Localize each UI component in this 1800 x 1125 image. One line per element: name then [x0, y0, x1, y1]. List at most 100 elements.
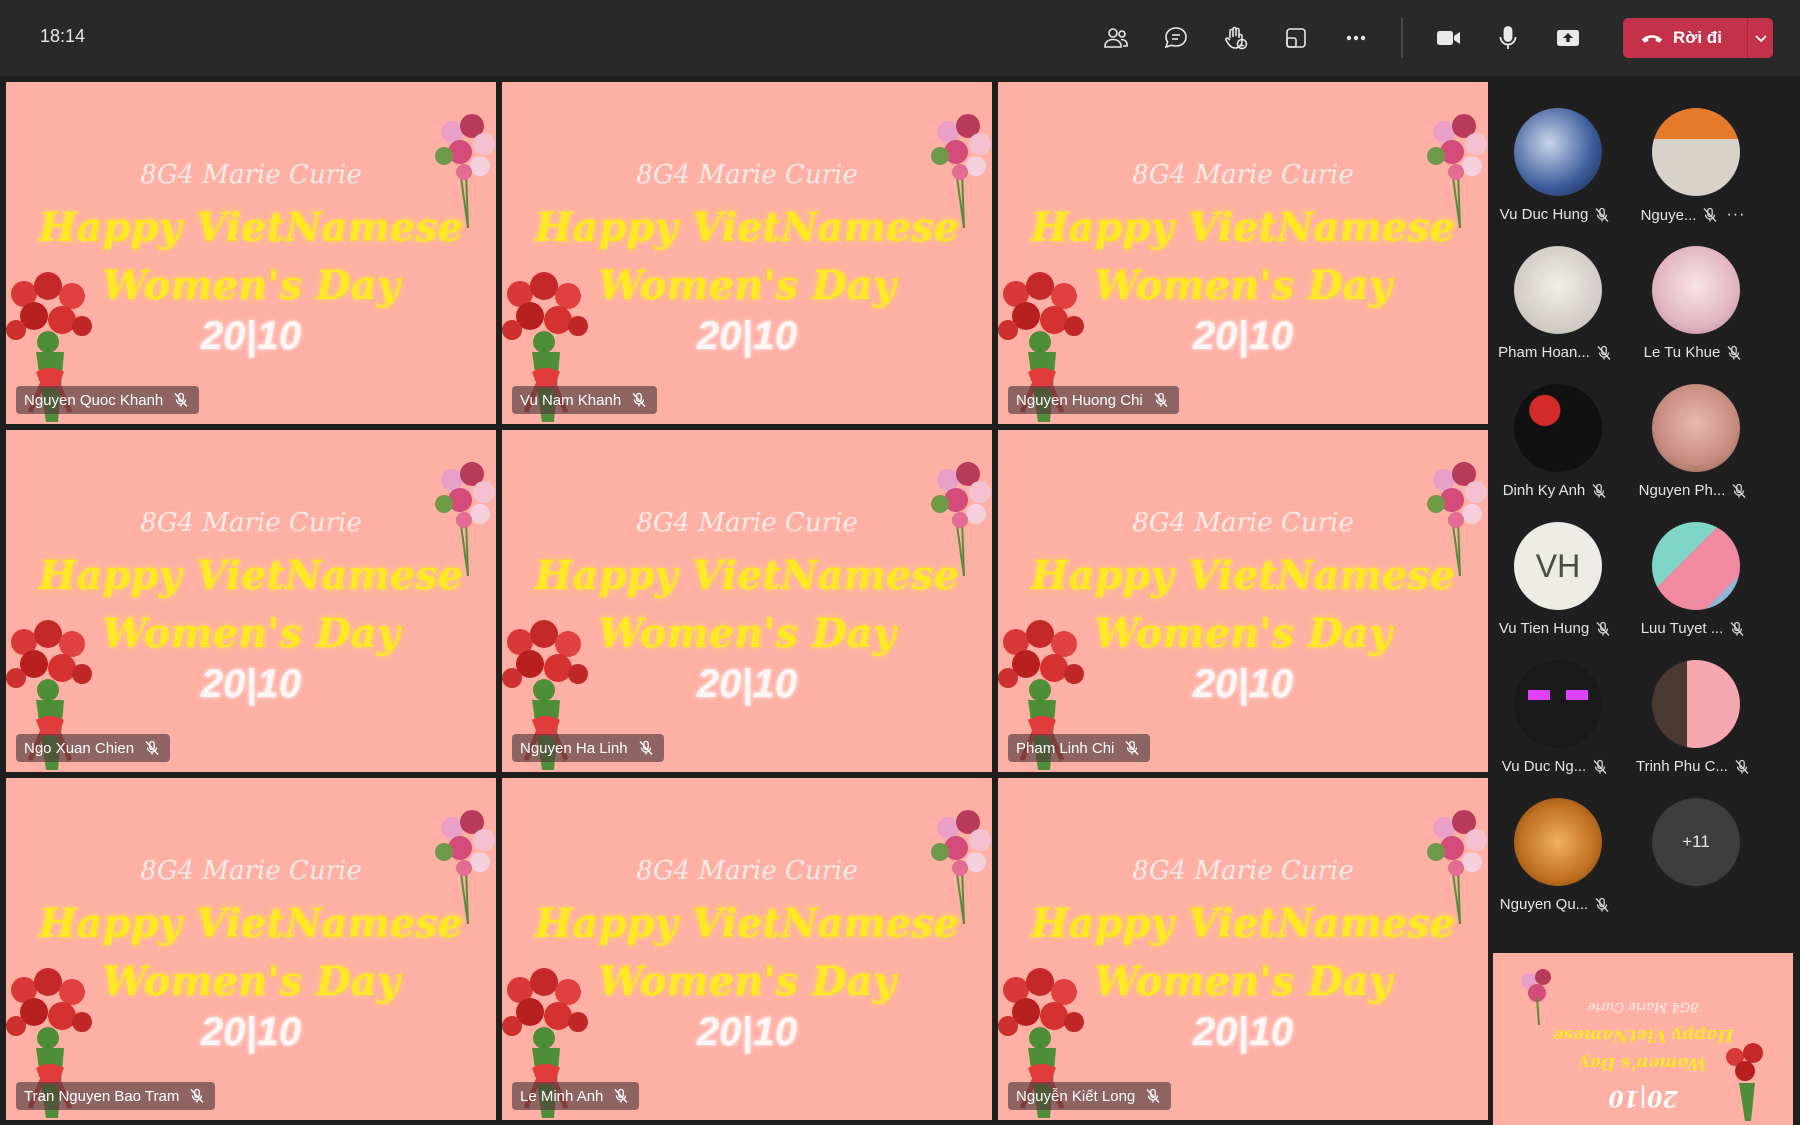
- slide-class-title: 8G4 Marie Curie: [636, 160, 858, 190]
- participant-name: Le Minh Anh: [520, 1087, 604, 1105]
- mic-muted-icon: [189, 1088, 205, 1104]
- slide-date: 20|10: [696, 662, 798, 706]
- leave-options-button[interactable]: [1748, 18, 1773, 58]
- mic-icon: [1499, 26, 1517, 49]
- chat-icon: [1164, 27, 1187, 49]
- participant-name: Nguyen Qu...: [1499, 896, 1589, 913]
- mic-muted-icon: [1145, 1088, 1161, 1104]
- participant-avatar-item[interactable]: Dinh Ky Anh: [1490, 352, 1620, 499]
- participant-name: Pham Linh Chi: [1016, 739, 1115, 757]
- participant-name: Nguyen Quoc Khanh: [24, 391, 164, 409]
- slide-headline-2: Women's Day: [598, 958, 896, 1005]
- participant-name-tag: Nguyễn Kiết Long: [1008, 1082, 1172, 1110]
- view-button[interactable]: [1276, 18, 1316, 58]
- participant-video-tile[interactable]: 8G4 Marie Curie Happy VietNamese Women's…: [6, 82, 496, 424]
- participant-name-tag: Pham Linh Chi: [1008, 734, 1151, 762]
- participant-avatar-item[interactable]: VH Vu Tien Hung: [1490, 490, 1620, 637]
- slide-date: 20|10: [696, 1010, 798, 1054]
- slide-class-title: 8G4 Marie Curie: [140, 160, 362, 190]
- slide-class-title: 8G4 Marie Curie: [1132, 856, 1354, 886]
- preview-slide-headline-1: Happy VietNamese: [1552, 1025, 1734, 1045]
- more-participants-button[interactable]: +11: [1628, 766, 1758, 896]
- raise-hand-icon: [1225, 26, 1248, 50]
- slide-date: 20|10: [200, 1010, 302, 1054]
- mic-muted-icon: [613, 1088, 629, 1104]
- participant-video-tile[interactable]: 8G4 Marie Curie Happy VietNamese Women's…: [502, 430, 992, 772]
- raise-hand-button[interactable]: [1216, 18, 1256, 58]
- leave-label: Rời đi: [1673, 28, 1722, 47]
- participant-avatar-item[interactable]: Nguyen Qu...: [1490, 766, 1620, 913]
- participant-name-tag: Nguyen Quoc Khanh: [16, 386, 200, 414]
- participant-avatar-item[interactable]: Nguyen Ph...: [1628, 352, 1758, 499]
- participant-avatar-item[interactable]: Luu Tuyet ...: [1628, 490, 1758, 637]
- participant-avatar-item[interactable]: Le Tu Khue: [1628, 214, 1758, 361]
- participant-video-tile[interactable]: 8G4 Marie Curie Happy VietNamese Women's…: [998, 82, 1488, 424]
- slide-headline-1: Happy VietNamese: [1030, 204, 1456, 251]
- slide-headline-1: Happy VietNamese: [38, 552, 464, 599]
- meeting-toolbar: 18:14 Rời đi: [0, 0, 1800, 76]
- slide-headline-2: Women's Day: [102, 262, 400, 309]
- participant-video-tile[interactable]: 8G4 Marie Curie Happy VietNamese Women's…: [6, 778, 496, 1120]
- slide-date: 20|10: [1192, 1010, 1294, 1054]
- participant-video-tile[interactable]: 8G4 Marie Curie Happy VietNamese Women's…: [6, 430, 496, 772]
- mic-muted-icon: [144, 740, 160, 756]
- participant-video-tile[interactable]: 8G4 Marie Curie Happy VietNamese Women's…: [502, 82, 992, 424]
- participant-avatar-item[interactable]: Pham Hoan...: [1490, 214, 1620, 361]
- participant-avatar-item[interactable]: Vu Duc Ng...: [1490, 628, 1620, 775]
- slide-date: 20|10: [696, 314, 798, 358]
- toolbar-divider: [1401, 18, 1403, 58]
- participant-avatar-item[interactable]: Nguye... ···: [1628, 76, 1758, 224]
- shared-content-preview[interactable]: 20|10 Women's Day Happy VietNamese 8G4 M…: [1493, 953, 1793, 1125]
- chat-button[interactable]: [1156, 18, 1196, 58]
- slide-class-title: 8G4 Marie Curie: [140, 856, 362, 886]
- participant-avatar-item[interactable]: Vu Duc Hung: [1490, 76, 1620, 223]
- participant-name: Nguyen Ha Linh: [520, 739, 628, 757]
- participant-video-tile[interactable]: 8G4 Marie Curie Happy VietNamese Women's…: [502, 778, 992, 1120]
- participant-avatar-label: Nguyen Qu...: [1490, 896, 1620, 913]
- avatar: [1514, 246, 1602, 334]
- preview-slide-headline-2: Women's Day: [1579, 1053, 1707, 1073]
- leave-button-group: Rời đi: [1623, 18, 1773, 58]
- people-icon: [1104, 28, 1128, 48]
- slide-date: 20|10: [200, 314, 302, 358]
- view-icon: [1286, 28, 1306, 48]
- avatar: [1652, 660, 1740, 748]
- mic-muted-icon: [173, 392, 189, 408]
- participant-name-tag: Le Minh Anh: [512, 1082, 640, 1110]
- slide-headline-1: Happy VietNamese: [38, 204, 464, 251]
- microphone-button[interactable]: [1488, 18, 1528, 58]
- participant-name-tag: Ngo Xuan Chien: [16, 734, 171, 762]
- camera-icon: [1437, 31, 1460, 45]
- leave-button[interactable]: Rời đi: [1623, 18, 1747, 58]
- share-screen-button[interactable]: [1548, 18, 1588, 58]
- flower-bouquet-icon: [1521, 969, 1551, 1026]
- avatar: [1514, 108, 1602, 196]
- participant-name: Nguyễn Kiết Long: [1016, 1087, 1136, 1105]
- slide-class-title: 8G4 Marie Curie: [140, 508, 362, 538]
- meeting-timer: 18:14: [40, 26, 86, 46]
- participant-name-tag: Nguyen Huong Chi: [1008, 386, 1179, 414]
- slide-headline-1: Happy VietNamese: [534, 900, 960, 947]
- participant-video-tile[interactable]: 8G4 Marie Curie Happy VietNamese Women's…: [998, 430, 1488, 772]
- participants-button[interactable]: [1096, 18, 1136, 58]
- slide-headline-2: Women's Day: [598, 610, 896, 657]
- avatar: [1514, 660, 1602, 748]
- avatar: [1652, 108, 1740, 196]
- slide-headline-1: Happy VietNamese: [38, 900, 464, 947]
- participant-name: Nguyen Huong Chi: [1016, 391, 1143, 409]
- participant-avatar-item[interactable]: Trinh Phu C...: [1628, 628, 1758, 775]
- avatar: [1514, 798, 1602, 886]
- chevron-down-icon: [1754, 35, 1767, 43]
- camera-button[interactable]: [1428, 18, 1468, 58]
- slide-class-title: 8G4 Marie Curie: [636, 508, 858, 538]
- slide-headline-2: Women's Day: [1094, 610, 1392, 657]
- slide-headline-1: Happy VietNamese: [1030, 900, 1456, 947]
- more-actions-button[interactable]: [1336, 18, 1376, 58]
- participant-name: Tran Nguyen Bao Tram: [24, 1087, 180, 1105]
- participant-video-tile[interactable]: 8G4 Marie Curie Happy VietNamese Women's…: [998, 778, 1488, 1120]
- slide-class-title: 8G4 Marie Curie: [1132, 508, 1354, 538]
- mic-muted-icon: [631, 392, 647, 408]
- mic-muted-icon: [1124, 740, 1140, 756]
- participant-name-tag: Nguyen Ha Linh: [512, 734, 664, 762]
- slide-headline-1: Happy VietNamese: [534, 552, 960, 599]
